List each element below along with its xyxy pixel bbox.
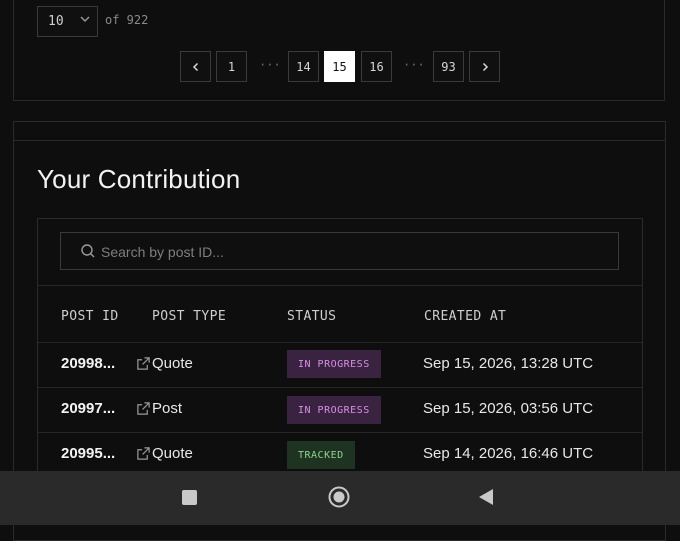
next-page-button[interactable] bbox=[469, 51, 500, 82]
system-nav-bar bbox=[0, 471, 680, 525]
column-header-post-type[interactable]: POST TYPE bbox=[152, 309, 226, 324]
per-page-select[interactable]: 10 bbox=[37, 6, 98, 37]
table-divider bbox=[38, 285, 642, 286]
column-header-post-id[interactable]: POST ID bbox=[61, 309, 119, 324]
created-at: Sep 15, 2026, 13:28 UTC bbox=[423, 355, 594, 372]
nav-home-icon[interactable] bbox=[328, 486, 350, 508]
status-badge: IN PROGRESS bbox=[287, 350, 381, 378]
pagination-ellipsis: ··· bbox=[259, 58, 281, 72]
external-link-icon bbox=[137, 357, 150, 370]
table-divider bbox=[38, 387, 642, 388]
nav-recents-icon[interactable] bbox=[182, 490, 197, 505]
post-type-label: Quote bbox=[152, 355, 193, 372]
created-at: Sep 15, 2026, 03:56 UTC bbox=[423, 400, 594, 417]
external-link-icon bbox=[137, 447, 150, 460]
status-badge: IN PROGRESS bbox=[287, 396, 381, 424]
search-icon bbox=[81, 244, 95, 258]
chevron-down-icon bbox=[80, 14, 90, 27]
prev-page-button[interactable] bbox=[180, 51, 211, 82]
page-button-15-current[interactable]: 15 bbox=[324, 51, 355, 82]
external-link-icon bbox=[137, 402, 150, 415]
post-id: 20995... bbox=[61, 445, 116, 462]
page-button-16[interactable]: 16 bbox=[361, 51, 392, 82]
page-button-93[interactable]: 93 bbox=[433, 51, 464, 82]
column-header-status[interactable]: STATUS bbox=[287, 309, 336, 324]
page-button-1[interactable]: 1 bbox=[216, 51, 247, 82]
pagination-ellipsis: ··· bbox=[403, 58, 425, 72]
post-type-label: Post bbox=[152, 400, 183, 417]
search-input[interactable] bbox=[99, 233, 603, 271]
table-divider bbox=[38, 432, 642, 433]
search-box[interactable] bbox=[60, 232, 619, 271]
per-page-value: 10 bbox=[48, 14, 64, 29]
chevron-right-icon bbox=[482, 62, 488, 71]
post-type-link[interactable]: Quote bbox=[136, 445, 193, 462]
chevron-left-icon bbox=[192, 62, 198, 71]
post-type-link[interactable]: Post bbox=[136, 400, 182, 417]
table-divider bbox=[38, 342, 642, 343]
page-button-14[interactable]: 14 bbox=[288, 51, 319, 82]
column-header-created-at[interactable]: CREATED AT bbox=[424, 309, 506, 324]
total-count-label: of 922 bbox=[105, 13, 149, 27]
status-badge: TRACKED bbox=[287, 441, 355, 469]
post-id: 20998... bbox=[61, 355, 116, 372]
card-divider bbox=[14, 140, 665, 141]
nav-back-icon[interactable] bbox=[477, 488, 495, 506]
created-at: Sep 14, 2026, 16:46 UTC bbox=[423, 445, 594, 462]
post-type-link[interactable]: Quote bbox=[136, 355, 193, 372]
post-type-label: Quote bbox=[152, 445, 193, 462]
post-id: 20997... bbox=[61, 400, 116, 417]
page-title: Your Contribution bbox=[37, 164, 241, 194]
